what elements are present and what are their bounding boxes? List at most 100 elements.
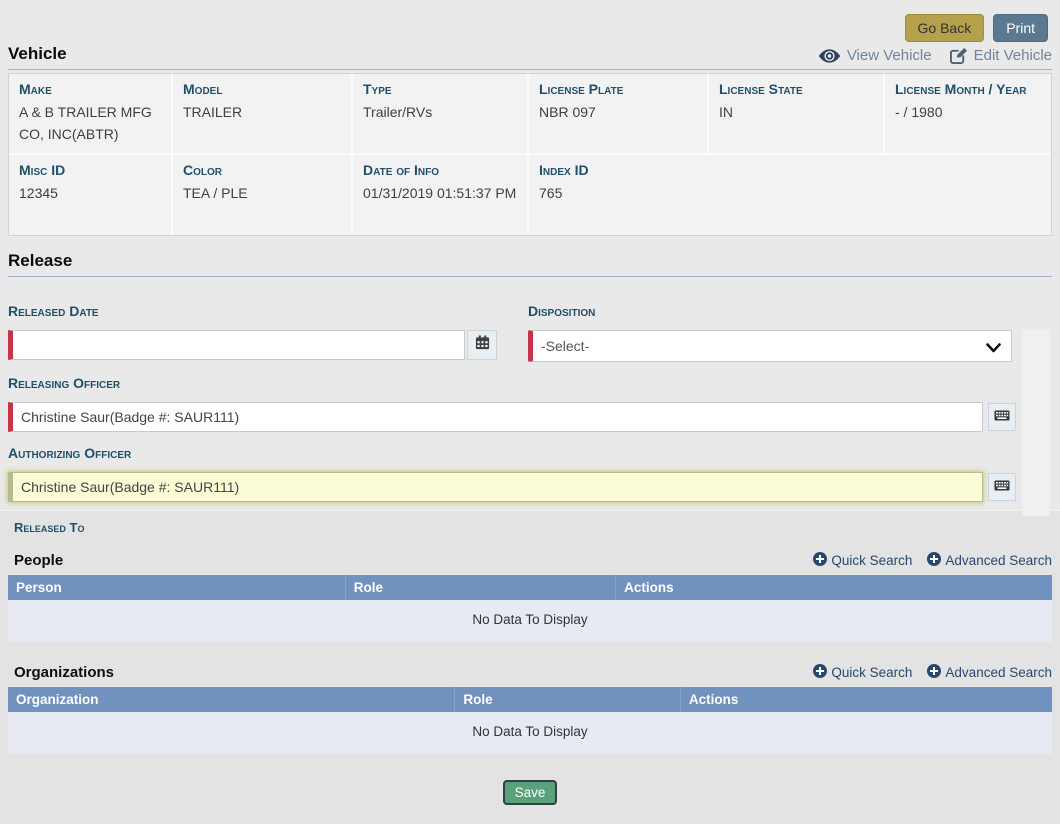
vehicle-actions: View Vehicle Edit Vehicle (819, 47, 1052, 64)
keyboard-icon (994, 478, 1010, 496)
releasing-officer-keyboard-button[interactable] (988, 403, 1016, 431)
field-value: NBR 097 (539, 102, 697, 124)
main-content: Vehicle View Vehicle Edit Vehicle Make A… (0, 44, 1060, 502)
disposition-select-wrap: -Select- (528, 330, 1012, 362)
authorizing-officer-field: Authorizing Officer (8, 445, 1016, 502)
advanced-search-label: Advanced Search (945, 665, 1052, 680)
organizations-advanced-search-link[interactable]: Advanced Search (927, 664, 1052, 681)
organizations-table-header-row: Organization Role Actions (8, 687, 1052, 712)
vehicle-field-license-state: License State IN (709, 74, 885, 155)
people-title: People (14, 552, 63, 569)
authorizing-officer-label: Authorizing Officer (8, 445, 1016, 461)
field-label: Misc ID (19, 161, 161, 180)
people-column-role[interactable]: Role (345, 575, 615, 600)
people-table-header-row: Person Role Actions (8, 575, 1052, 600)
field-label: Color (183, 161, 341, 180)
organizations-section-header: Organizations Quick Search Advanced Sear… (8, 664, 1052, 687)
print-button[interactable]: Print (993, 14, 1048, 42)
people-no-data-row: No Data To Display (8, 600, 1052, 642)
organizations-no-data-row: No Data To Display (8, 712, 1052, 754)
vehicle-field-model: Model TRAILER (173, 74, 353, 155)
organizations-no-data-text: No Data To Display (8, 712, 1052, 754)
vehicle-field-date-of-info: Date of Info 01/31/2019 01:51:37 PM (353, 155, 529, 235)
scrollbar-track[interactable] (1022, 330, 1050, 516)
keyboard-icon (994, 408, 1010, 426)
released-date-field: Released Date (8, 303, 497, 362)
field-value: Trailer/RVs (363, 102, 517, 124)
organizations-quick-search-link[interactable]: Quick Search (813, 664, 912, 681)
vehicle-section-header: Vehicle View Vehicle Edit Vehicle (8, 44, 1052, 70)
field-label: License Plate (539, 80, 697, 99)
field-label: License State (719, 80, 873, 99)
disposition-field: Disposition -Select- (528, 303, 1012, 362)
field-label: License Month / Year (895, 80, 1041, 99)
released-date-label: Released Date (8, 303, 497, 319)
organizations-search-links: Quick Search Advanced Search (813, 664, 1052, 681)
released-date-input[interactable] (8, 330, 465, 360)
vehicle-field-license-month-year: License Month / Year - / 1980 (885, 74, 1051, 155)
top-toolbar: Go Back Print (0, 0, 1060, 44)
people-search-links: Quick Search Advanced Search (813, 552, 1052, 569)
quick-search-label: Quick Search (831, 665, 912, 680)
people-table: Person Role Actions No Data To Display (8, 575, 1052, 642)
vehicle-details-table: Make A & B TRAILER MFG CO, INC(ABTR) Mod… (8, 73, 1052, 236)
field-value: 01/31/2019 01:51:37 PM (363, 183, 517, 205)
edit-icon (950, 47, 967, 64)
calendar-icon (475, 335, 490, 355)
authorizing-officer-group (8, 472, 1016, 502)
field-label: Date of Info (363, 161, 517, 180)
people-section-header: People Quick Search Advanced Search (8, 552, 1052, 575)
vehicle-section-title: Vehicle (8, 44, 67, 64)
disposition-select[interactable]: -Select- (528, 330, 1012, 362)
releasing-officer-input[interactable] (8, 402, 983, 432)
release-section-header: Release (8, 251, 1052, 277)
releasing-officer-group (8, 402, 1016, 432)
authorizing-officer-input[interactable] (8, 472, 983, 502)
vehicle-field-index-id: Index ID 765 (529, 155, 1051, 235)
releasing-officer-label: Releasing Officer (8, 375, 1016, 391)
authorizing-officer-keyboard-button[interactable] (988, 473, 1016, 501)
view-vehicle-link[interactable]: View Vehicle (819, 47, 932, 64)
plus-circle-icon (927, 664, 941, 681)
disposition-label: Disposition (528, 303, 1012, 319)
released-date-group (8, 330, 497, 360)
plus-circle-icon (927, 552, 941, 569)
plus-circle-icon (813, 664, 827, 681)
organizations-title: Organizations (14, 664, 114, 681)
field-value: IN (719, 102, 873, 124)
calendar-button[interactable] (467, 330, 497, 360)
field-value: 12345 (19, 183, 161, 205)
field-label: Index ID (539, 161, 1041, 180)
go-back-button[interactable]: Go Back (905, 14, 985, 42)
release-form-row: Released Date Disposition -Select- (8, 303, 1052, 362)
vehicle-field-type: Type Trailer/RVs (353, 74, 529, 155)
edit-vehicle-label: Edit Vehicle (974, 47, 1052, 64)
people-quick-search-link[interactable]: Quick Search (813, 552, 912, 569)
vehicle-field-license-plate: License Plate NBR 097 (529, 74, 709, 155)
field-label: Model (183, 80, 341, 99)
released-to-label: Released To (14, 520, 1052, 535)
vehicle-field-misc-id: Misc ID 12345 (9, 155, 173, 235)
people-column-person[interactable]: Person (8, 575, 345, 600)
organizations-table: Organization Role Actions No Data To Dis… (8, 687, 1052, 754)
field-label: Type (363, 80, 517, 99)
vehicle-field-color: Color TEA / PLE (173, 155, 353, 235)
field-value: TEA / PLE (183, 183, 341, 205)
edit-vehicle-link[interactable]: Edit Vehicle (950, 47, 1052, 64)
released-to-panel: Released To People Quick Search Advanced… (0, 510, 1060, 824)
vehicle-field-make: Make A & B TRAILER MFG CO, INC(ABTR) (9, 74, 173, 155)
save-button[interactable]: Save (503, 780, 558, 805)
organizations-column-organization[interactable]: Organization (8, 687, 455, 712)
people-column-actions[interactable]: Actions (616, 575, 1052, 600)
organizations-column-role[interactable]: Role (455, 687, 681, 712)
advanced-search-label: Advanced Search (945, 553, 1052, 568)
save-row: Save (8, 780, 1052, 805)
field-value: TRAILER (183, 102, 341, 124)
organizations-column-actions[interactable]: Actions (680, 687, 1052, 712)
field-label: Make (19, 80, 161, 99)
view-vehicle-label: View Vehicle (847, 47, 932, 64)
people-advanced-search-link[interactable]: Advanced Search (927, 552, 1052, 569)
release-section-title: Release (8, 251, 72, 271)
releasing-officer-field: Releasing Officer (8, 375, 1016, 432)
people-no-data-text: No Data To Display (8, 600, 1052, 642)
